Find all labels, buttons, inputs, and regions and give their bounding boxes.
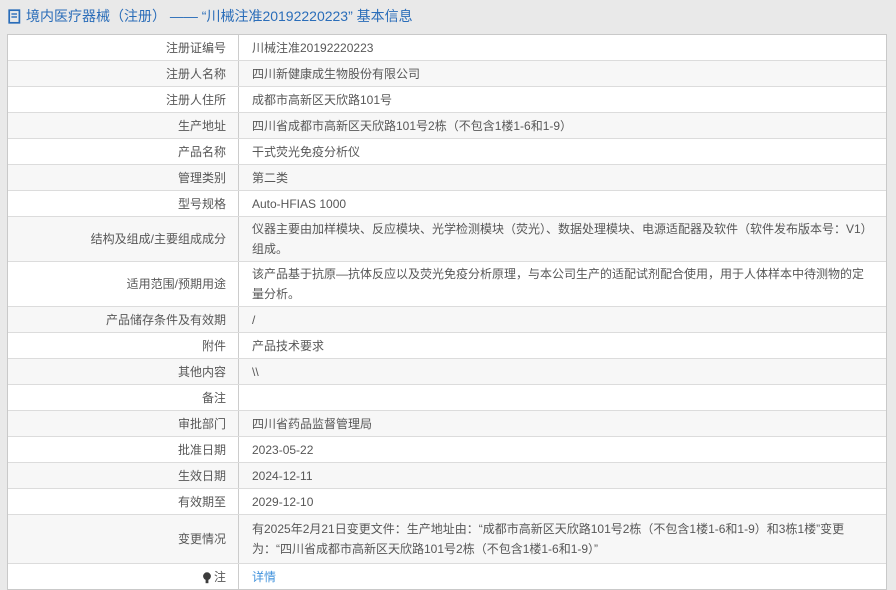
row-value: /: [239, 307, 886, 332]
row-label: 有效期至: [8, 489, 239, 514]
row-value-text: 产品技术要求: [252, 338, 325, 353]
row-label-text: 其他内容: [177, 364, 226, 379]
table-row: 注册证编号 川械注准20192220223: [8, 35, 886, 61]
row-label: 生产地址: [8, 113, 239, 138]
row-label: 注: [8, 564, 239, 589]
page-title: 境内医疗器械（注册） —— “川械注准20192220223” 基本信息: [26, 8, 413, 24]
row-label: 注册证编号: [8, 35, 239, 60]
row-label-text: 变更情况: [177, 532, 226, 546]
table-row: 注册人住所 成都市高新区天欣路101号: [8, 87, 886, 113]
row-value: 该产品基于抗原—抗体反应以及荧光免疫分析原理，与本公司生产的适配试剂配合使用，用…: [239, 262, 886, 306]
table-row: 备注: [8, 385, 886, 411]
row-value-text: /: [252, 312, 256, 327]
row-label: 其他内容: [8, 359, 239, 384]
table-row: 其他内容 \\: [8, 359, 886, 385]
row-label: 附件: [8, 333, 239, 358]
row-label-text: 注: [213, 569, 226, 584]
row-value-text: 该产品基于抗原—抗体反应以及荧光免疫分析原理，与本公司生产的适配试剂配合使用，用…: [252, 267, 865, 301]
row-label: 批准日期: [8, 437, 239, 462]
row-value: [239, 385, 886, 410]
row-value-text: 仪器主要由加样模块、反应模块、光学检测模块（荧光）、数据处理模块、电源适配器及软…: [252, 222, 873, 256]
row-label-text: 批准日期: [177, 442, 226, 457]
row-label-text: 结构及组成/主要组成成分: [90, 232, 226, 246]
table-row: 注册人名称 四川新健康成生物股份有限公司: [8, 61, 886, 87]
row-value: 干式荧光免疫分析仪: [239, 139, 886, 164]
row-value-text: 四川省成都市高新区天欣路101号2栋（不包含1楼1-6和1-9）: [252, 118, 573, 133]
row-label-text: 产品储存条件及有效期: [105, 312, 226, 327]
row-value-text: 2029-12-10: [252, 494, 314, 509]
row-value-text: 川械注准20192220223: [252, 40, 374, 55]
info-table: 注册证编号 川械注准20192220223 注册人名称 四川新健康成生物股份有限…: [7, 34, 887, 590]
note-icon: [202, 571, 212, 584]
row-label: 变更情况: [8, 515, 239, 563]
row-value-text: 四川新健康成生物股份有限公司: [252, 66, 421, 81]
row-value: 成都市高新区天欣路101号: [239, 87, 886, 112]
row-value-text: 有2025年2月21日变更文件：生产地址由：“成都市高新区天欣路101号2栋（不…: [252, 522, 845, 556]
row-label-text: 产品名称: [177, 144, 226, 159]
row-label-text: 注册证编号: [165, 40, 226, 55]
row-label: 生效日期: [8, 463, 239, 488]
row-value: 川械注准20192220223: [239, 35, 886, 60]
row-value-text: 四川省药品监督管理局: [252, 416, 373, 431]
table-row: 生效日期 2024-12-11: [8, 463, 886, 489]
row-label: 产品储存条件及有效期: [8, 307, 239, 332]
row-label-text: 生产地址: [177, 118, 226, 133]
table-row: 产品储存条件及有效期 /: [8, 307, 886, 333]
row-label-text: 有效期至: [177, 494, 226, 509]
row-label-text: 注册人住所: [165, 92, 226, 107]
row-label-text: 型号规格: [177, 196, 226, 211]
table-row: 型号规格 Auto-HFIAS 1000: [8, 191, 886, 217]
table-row: 附件 产品技术要求: [8, 333, 886, 359]
row-label-text: 适用范围/预期用途: [126, 277, 226, 291]
row-label-text: 管理类别: [177, 170, 226, 185]
table-row: 产品名称 干式荧光免疫分析仪: [8, 139, 886, 165]
table-row: 结构及组成/主要组成成分 仪器主要由加样模块、反应模块、光学检测模块（荧光）、数…: [8, 217, 886, 262]
row-label: 注册人名称: [8, 61, 239, 86]
row-value: 2029-12-10: [239, 489, 886, 514]
table-row: 变更情况 有2025年2月21日变更文件：生产地址由：“成都市高新区天欣路101…: [8, 515, 886, 564]
row-value: 2024-12-11: [239, 463, 886, 488]
details-link[interactable]: 详情: [252, 567, 276, 587]
row-value-text: 2023-05-22: [252, 442, 314, 457]
row-value: 有2025年2月21日变更文件：生产地址由：“成都市高新区天欣路101号2栋（不…: [239, 515, 886, 563]
row-value-text: 成都市高新区天欣路101号: [252, 92, 393, 107]
row-value: 详情: [239, 564, 886, 589]
row-value: 四川省成都市高新区天欣路101号2栋（不包含1楼1-6和1-9）: [239, 113, 886, 138]
row-label-text: 生效日期: [177, 468, 226, 483]
row-value: 仪器主要由加样模块、反应模块、光学检测模块（荧光）、数据处理模块、电源适配器及软…: [239, 217, 886, 261]
row-value-text: 2024-12-11: [252, 468, 313, 483]
document-icon: [8, 8, 21, 24]
table-row: 管理类别 第二类: [8, 165, 886, 191]
page-title-bar: 境内医疗器械（注册） —— “川械注准20192220223” 基本信息: [0, 0, 896, 34]
row-label-text: 审批部门: [177, 416, 226, 431]
row-value-text: Auto-HFIAS 1000: [252, 196, 347, 211]
row-value-text: \\: [252, 364, 259, 379]
table-row: 有效期至 2029-12-10: [8, 489, 886, 515]
row-label: 适用范围/预期用途: [8, 262, 239, 306]
row-label-text: 备注: [201, 390, 226, 405]
row-value: Auto-HFIAS 1000: [239, 191, 886, 216]
row-label: 产品名称: [8, 139, 239, 164]
row-value: 四川省药品监督管理局: [239, 411, 886, 436]
table-row: 批准日期 2023-05-22: [8, 437, 886, 463]
row-value: \\: [239, 359, 886, 384]
row-value-text: 第二类: [252, 170, 289, 185]
row-label: 管理类别: [8, 165, 239, 190]
table-row: 注 详情: [8, 564, 886, 589]
table-row: 适用范围/预期用途 该产品基于抗原—抗体反应以及荧光免疫分析原理，与本公司生产的…: [8, 262, 886, 307]
row-value: 产品技术要求: [239, 333, 886, 358]
row-label: 注册人住所: [8, 87, 239, 112]
row-label: 型号规格: [8, 191, 239, 216]
row-label-text: 附件: [201, 338, 226, 353]
row-label-text: 注册人名称: [165, 66, 226, 81]
row-value: 四川新健康成生物股份有限公司: [239, 61, 886, 86]
row-label: 结构及组成/主要组成成分: [8, 217, 239, 261]
row-label: 审批部门: [8, 411, 239, 436]
row-value-text: 干式荧光免疫分析仪: [252, 144, 361, 159]
table-row: 生产地址 四川省成都市高新区天欣路101号2栋（不包含1楼1-6和1-9）: [8, 113, 886, 139]
row-value: 2023-05-22: [239, 437, 886, 462]
row-label: 备注: [8, 385, 239, 410]
table-row: 审批部门 四川省药品监督管理局: [8, 411, 886, 437]
row-value: 第二类: [239, 165, 886, 190]
